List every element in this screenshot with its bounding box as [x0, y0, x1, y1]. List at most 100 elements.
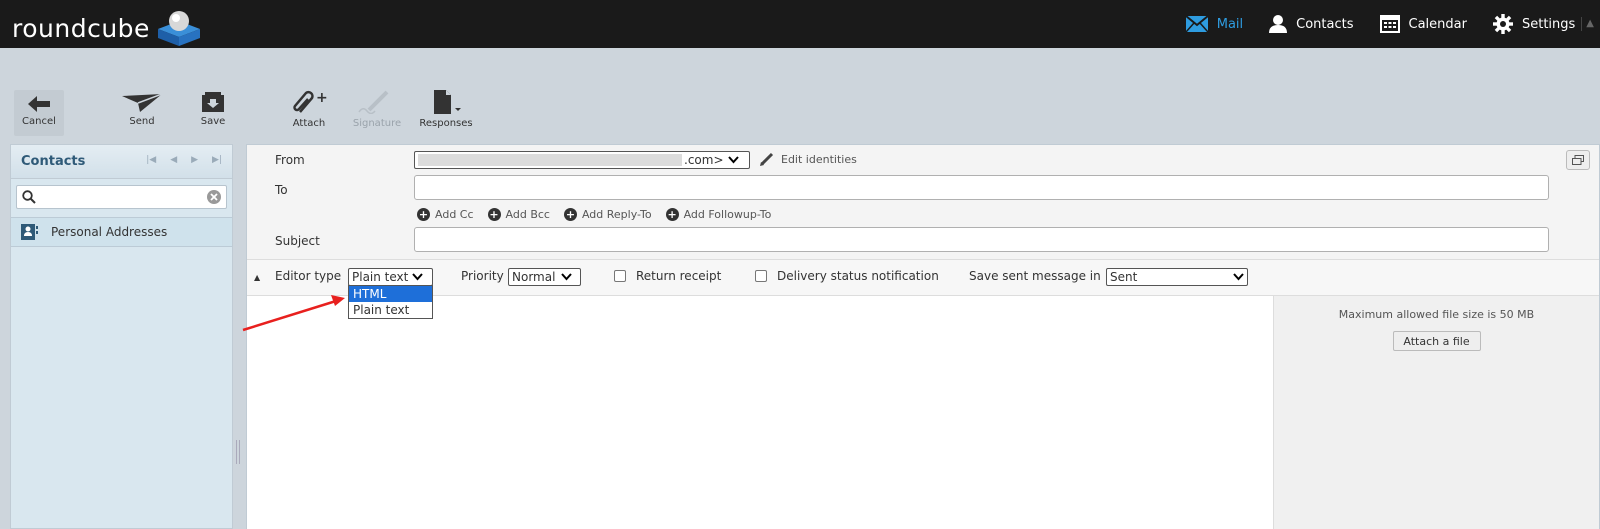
clear-search-icon[interactable]	[207, 190, 221, 204]
nav-calendar-label: Calendar	[1408, 16, 1467, 32]
address-book-icon	[21, 224, 38, 240]
editor-type-value: Plain text	[352, 270, 409, 284]
contacts-search-box	[16, 185, 227, 209]
add-reply-to-link[interactable]: + Add Reply-To	[563, 208, 652, 221]
chevron-down-icon	[1233, 273, 1244, 281]
nav-contacts[interactable]: Contacts	[1269, 15, 1354, 33]
back-arrow-icon	[28, 96, 50, 112]
save-button[interactable]: Save	[188, 92, 238, 127]
dsn-option[interactable]: Delivery status notification	[755, 269, 939, 283]
max-size-note: Maximum allowed file size is 50 MB	[1338, 308, 1535, 321]
editor-type-option-html[interactable]: HTML	[349, 286, 432, 302]
prev-page-icon[interactable]: ◀	[170, 155, 177, 165]
main-nav: Mail Contacts Calendar Settings ▲	[1185, 0, 1600, 48]
contacts-panel-header: Contacts |◀ ◀ ▶ ▶|	[11, 145, 232, 179]
attachments-pane: Maximum allowed file size is 50 MB Attac…	[1273, 296, 1599, 529]
compose-area: From .com> Edit identities To + Add Cc + A…	[246, 144, 1600, 529]
cancel-label: Cancel	[22, 116, 56, 127]
edit-identities-label: Edit identities	[781, 152, 857, 166]
signature-label: Signature	[352, 118, 402, 129]
save-sent-label: Save sent message in	[969, 269, 1101, 283]
save-label: Save	[200, 116, 226, 127]
attach-file-button[interactable]: Attach a file	[1392, 331, 1481, 351]
gear-icon	[1492, 14, 1513, 34]
send-button[interactable]: Send	[117, 94, 167, 127]
add-bcc-label: Add Bcc	[505, 208, 550, 221]
add-recipient-links: + Add Cc + Add Bcc + Add Reply-To + Add Foll…	[417, 208, 785, 221]
nav-collapse-caret[interactable]: ▲	[1581, 17, 1594, 31]
add-cc-link[interactable]: + Add Cc	[417, 208, 474, 221]
contacts-panel: Contacts |◀ ◀ ▶ ▶| Personal Addresses	[10, 144, 233, 529]
cancel-button[interactable]: Cancel	[14, 90, 64, 136]
nav-calendar[interactable]: Calendar	[1379, 15, 1467, 33]
priority-value: Normal	[512, 270, 556, 284]
last-page-icon[interactable]: ▶|	[212, 155, 222, 165]
dsn-label: Delivery status notification	[777, 269, 939, 283]
maximize-button[interactable]	[1566, 150, 1590, 170]
windows-icon	[1572, 155, 1584, 165]
mail-icon	[1185, 16, 1208, 32]
from-label: From	[275, 153, 305, 167]
add-cc-label: Add Cc	[435, 208, 474, 221]
from-select[interactable]: .com>	[414, 151, 750, 169]
responses-button[interactable]: Responses	[414, 90, 478, 129]
collapse-options-icon[interactable]: ▲	[254, 273, 260, 282]
editor-type-select[interactable]: Plain text	[348, 268, 433, 286]
from-value: .com>	[684, 153, 724, 167]
plus-icon: +	[563, 208, 577, 221]
calendar-icon	[1379, 15, 1400, 33]
chevron-down-icon	[561, 273, 573, 281]
send-icon	[122, 94, 162, 112]
nav-contacts-label: Contacts	[1296, 16, 1354, 32]
address-book-label: Personal Addresses	[51, 225, 168, 239]
contacts-search-input[interactable]	[41, 186, 201, 206]
add-followup-to-link[interactable]: + Add Followup-To	[665, 208, 772, 221]
plus-icon: +	[665, 208, 679, 221]
return-receipt-label: Return receipt	[636, 269, 722, 283]
editor-type-label: Editor type	[275, 269, 342, 283]
roundcube-logo[interactable]: roundcube	[12, 9, 204, 47]
save-sent-select[interactable]: Sent	[1106, 268, 1248, 286]
logo-cube-icon	[157, 11, 200, 46]
message-body[interactable]	[247, 296, 1273, 529]
person-icon	[1269, 15, 1288, 33]
priority-label: Priority	[461, 269, 504, 283]
chevron-down-icon	[727, 156, 739, 164]
first-page-icon[interactable]: |◀	[146, 155, 156, 165]
subject-field[interactable]	[414, 227, 1549, 252]
dsn-checkbox[interactable]	[755, 270, 767, 282]
return-receipt-checkbox[interactable]	[614, 270, 626, 282]
nav-mail-label: Mail	[1216, 16, 1244, 32]
add-followup-to-label: Add Followup-To	[683, 208, 772, 221]
signature-pen-icon	[358, 90, 389, 114]
nav-settings-label: Settings	[1521, 16, 1576, 32]
add-bcc-link[interactable]: + Add Bcc	[487, 208, 550, 221]
nav-settings[interactable]: Settings	[1492, 14, 1576, 34]
attach-button[interactable]: + Attach	[286, 90, 332, 129]
plus-icon: +	[487, 208, 501, 221]
nav-mail[interactable]: Mail	[1185, 16, 1244, 32]
send-label: Send	[129, 116, 155, 127]
return-receipt-option[interactable]: Return receipt	[614, 269, 721, 283]
editor-type-dropdown: HTML Plain text	[348, 285, 433, 319]
chevron-down-icon	[412, 273, 424, 281]
panel-splitter[interactable]	[236, 440, 240, 464]
contacts-panel-title: Contacts	[21, 154, 86, 169]
address-book-item[interactable]: Personal Addresses	[11, 217, 232, 247]
compose-headers: From .com> Edit identities To + Add Cc + A…	[247, 145, 1599, 260]
save-icon	[202, 92, 224, 112]
to-field[interactable]	[414, 175, 1549, 200]
signature-button[interactable]: Signature	[348, 90, 406, 129]
document-icon	[434, 90, 461, 114]
paperclip-icon: +	[293, 90, 328, 113]
next-page-icon[interactable]: ▶	[191, 155, 198, 165]
responses-label: Responses	[419, 118, 473, 129]
from-redacted	[418, 154, 682, 166]
priority-select[interactable]: Normal	[508, 268, 581, 286]
logo-text: roundcube	[12, 13, 150, 43]
add-reply-to-label: Add Reply-To	[581, 208, 652, 221]
edit-identities-link[interactable]: Edit identities	[760, 152, 857, 166]
editor-type-option-plain[interactable]: Plain text	[349, 302, 432, 318]
plus-icon: +	[417, 208, 430, 221]
to-label: To	[275, 183, 288, 197]
